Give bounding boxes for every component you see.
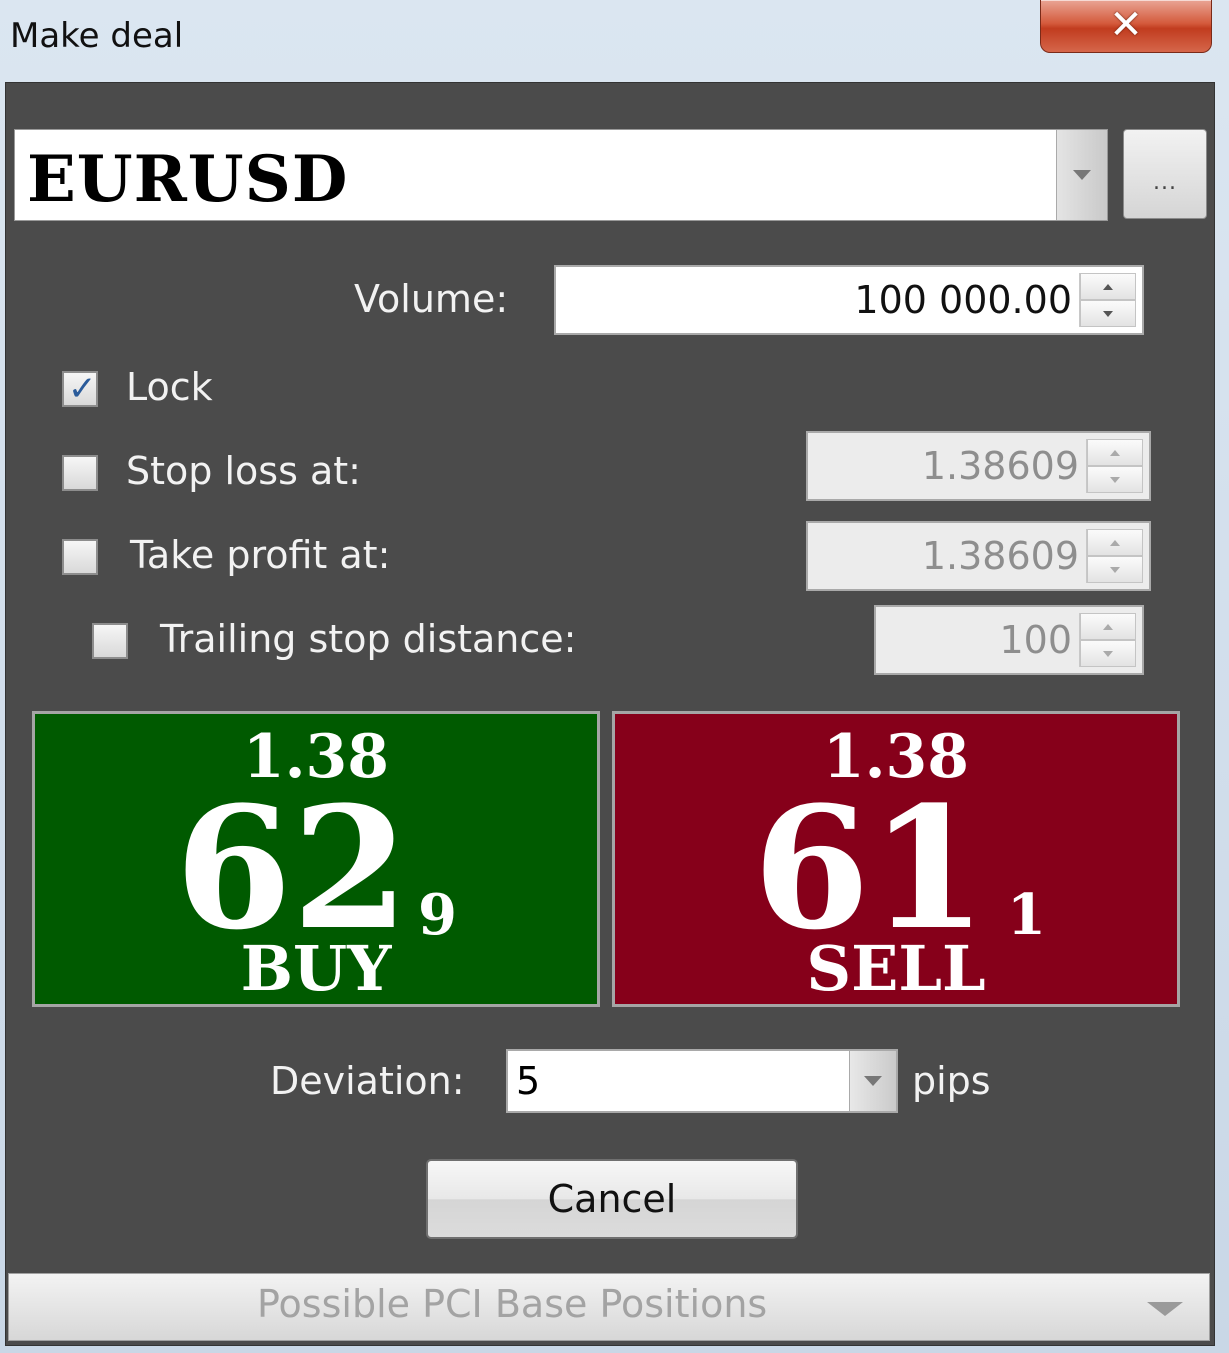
chevron-down-icon — [1073, 170, 1091, 180]
make-deal-window: Make deal ✕ EURUSD ... Volume: 100 000.0… — [0, 0, 1229, 1353]
window-title: Make deal — [10, 16, 184, 56]
close-icon: ✕ — [1109, 2, 1143, 48]
title-bar: Make deal ✕ — [0, 0, 1229, 82]
buy-pips: 62 — [175, 769, 409, 967]
checkmark-icon: ✓ — [68, 369, 97, 409]
symbol-combobox[interactable]: EURUSD — [14, 129, 1108, 221]
volume-label: Volume: — [354, 277, 509, 321]
buy-label: BUY — [240, 932, 392, 1005]
symbol-value: EURUSD — [27, 142, 349, 217]
stop-loss-spin-down-button[interactable] — [1087, 466, 1143, 493]
symbol-more-button[interactable]: ... — [1123, 129, 1207, 219]
close-button[interactable]: ✕ — [1040, 0, 1212, 53]
take-profit-input[interactable]: 1.38609 — [806, 521, 1151, 591]
sell-label: SELL — [806, 932, 986, 1005]
chevron-down-icon — [1147, 1302, 1183, 1316]
trailing-stop-input[interactable]: 100 — [874, 605, 1144, 675]
buy-button[interactable]: 1.38 62 9 BUY — [32, 711, 600, 1007]
deviation-dropdown-button[interactable] — [849, 1051, 896, 1111]
trailing-stop-label: Trailing stop distance: — [160, 617, 577, 661]
volume-spin-down-button[interactable] — [1080, 300, 1136, 327]
take-profit-spinner — [1086, 529, 1143, 583]
take-profit-label: Take profit at: — [130, 533, 391, 577]
stop-loss-spinner — [1086, 439, 1143, 493]
trailing-stop-value: 100 — [999, 618, 1072, 662]
deviation-combobox[interactable]: 5 — [506, 1049, 898, 1113]
take-profit-spin-up-button[interactable] — [1087, 529, 1143, 556]
trailing-stop-spinner — [1079, 613, 1136, 667]
deviation-label: Deviation: — [270, 1059, 465, 1103]
lock-label: Lock — [126, 365, 213, 409]
cancel-button[interactable]: Cancel — [426, 1159, 798, 1239]
deviation-unit: pips — [912, 1059, 991, 1103]
volume-spinner — [1079, 273, 1136, 327]
volume-value: 100 000.00 — [854, 278, 1072, 322]
sell-button[interactable]: 1.38 61 1 SELL — [612, 711, 1180, 1007]
more-button-label: ... — [1153, 170, 1177, 195]
take-profit-spin-down-button[interactable] — [1087, 556, 1143, 583]
trailing-stop-spin-up-button[interactable] — [1080, 613, 1136, 640]
volume-spin-up-button[interactable] — [1080, 273, 1136, 300]
stop-loss-label: Stop loss at: — [126, 449, 361, 493]
stop-loss-input[interactable]: 1.38609 — [806, 431, 1151, 501]
pci-base-positions-expander[interactable]: Possible PCI Base Positions — [8, 1273, 1210, 1341]
stop-loss-value: 1.38609 — [921, 444, 1079, 488]
trailing-stop-checkbox[interactable] — [92, 623, 128, 659]
symbol-dropdown-button[interactable] — [1056, 130, 1107, 220]
stop-loss-spin-up-button[interactable] — [1087, 439, 1143, 466]
dialog-body: EURUSD ... Volume: 100 000.00 ✓ Lock Sto… — [5, 82, 1215, 1346]
trailing-stop-spin-down-button[interactable] — [1080, 640, 1136, 667]
lock-checkbox[interactable]: ✓ — [62, 369, 98, 409]
stop-loss-checkbox[interactable] — [62, 455, 98, 491]
take-profit-value: 1.38609 — [921, 534, 1079, 578]
sell-pips: 61 — [753, 769, 987, 967]
chevron-down-icon — [864, 1076, 882, 1086]
volume-input[interactable]: 100 000.00 — [554, 265, 1144, 335]
deviation-value: 5 — [516, 1059, 541, 1103]
expander-label: Possible PCI Base Positions — [257, 1282, 768, 1326]
take-profit-checkbox[interactable] — [62, 539, 98, 575]
